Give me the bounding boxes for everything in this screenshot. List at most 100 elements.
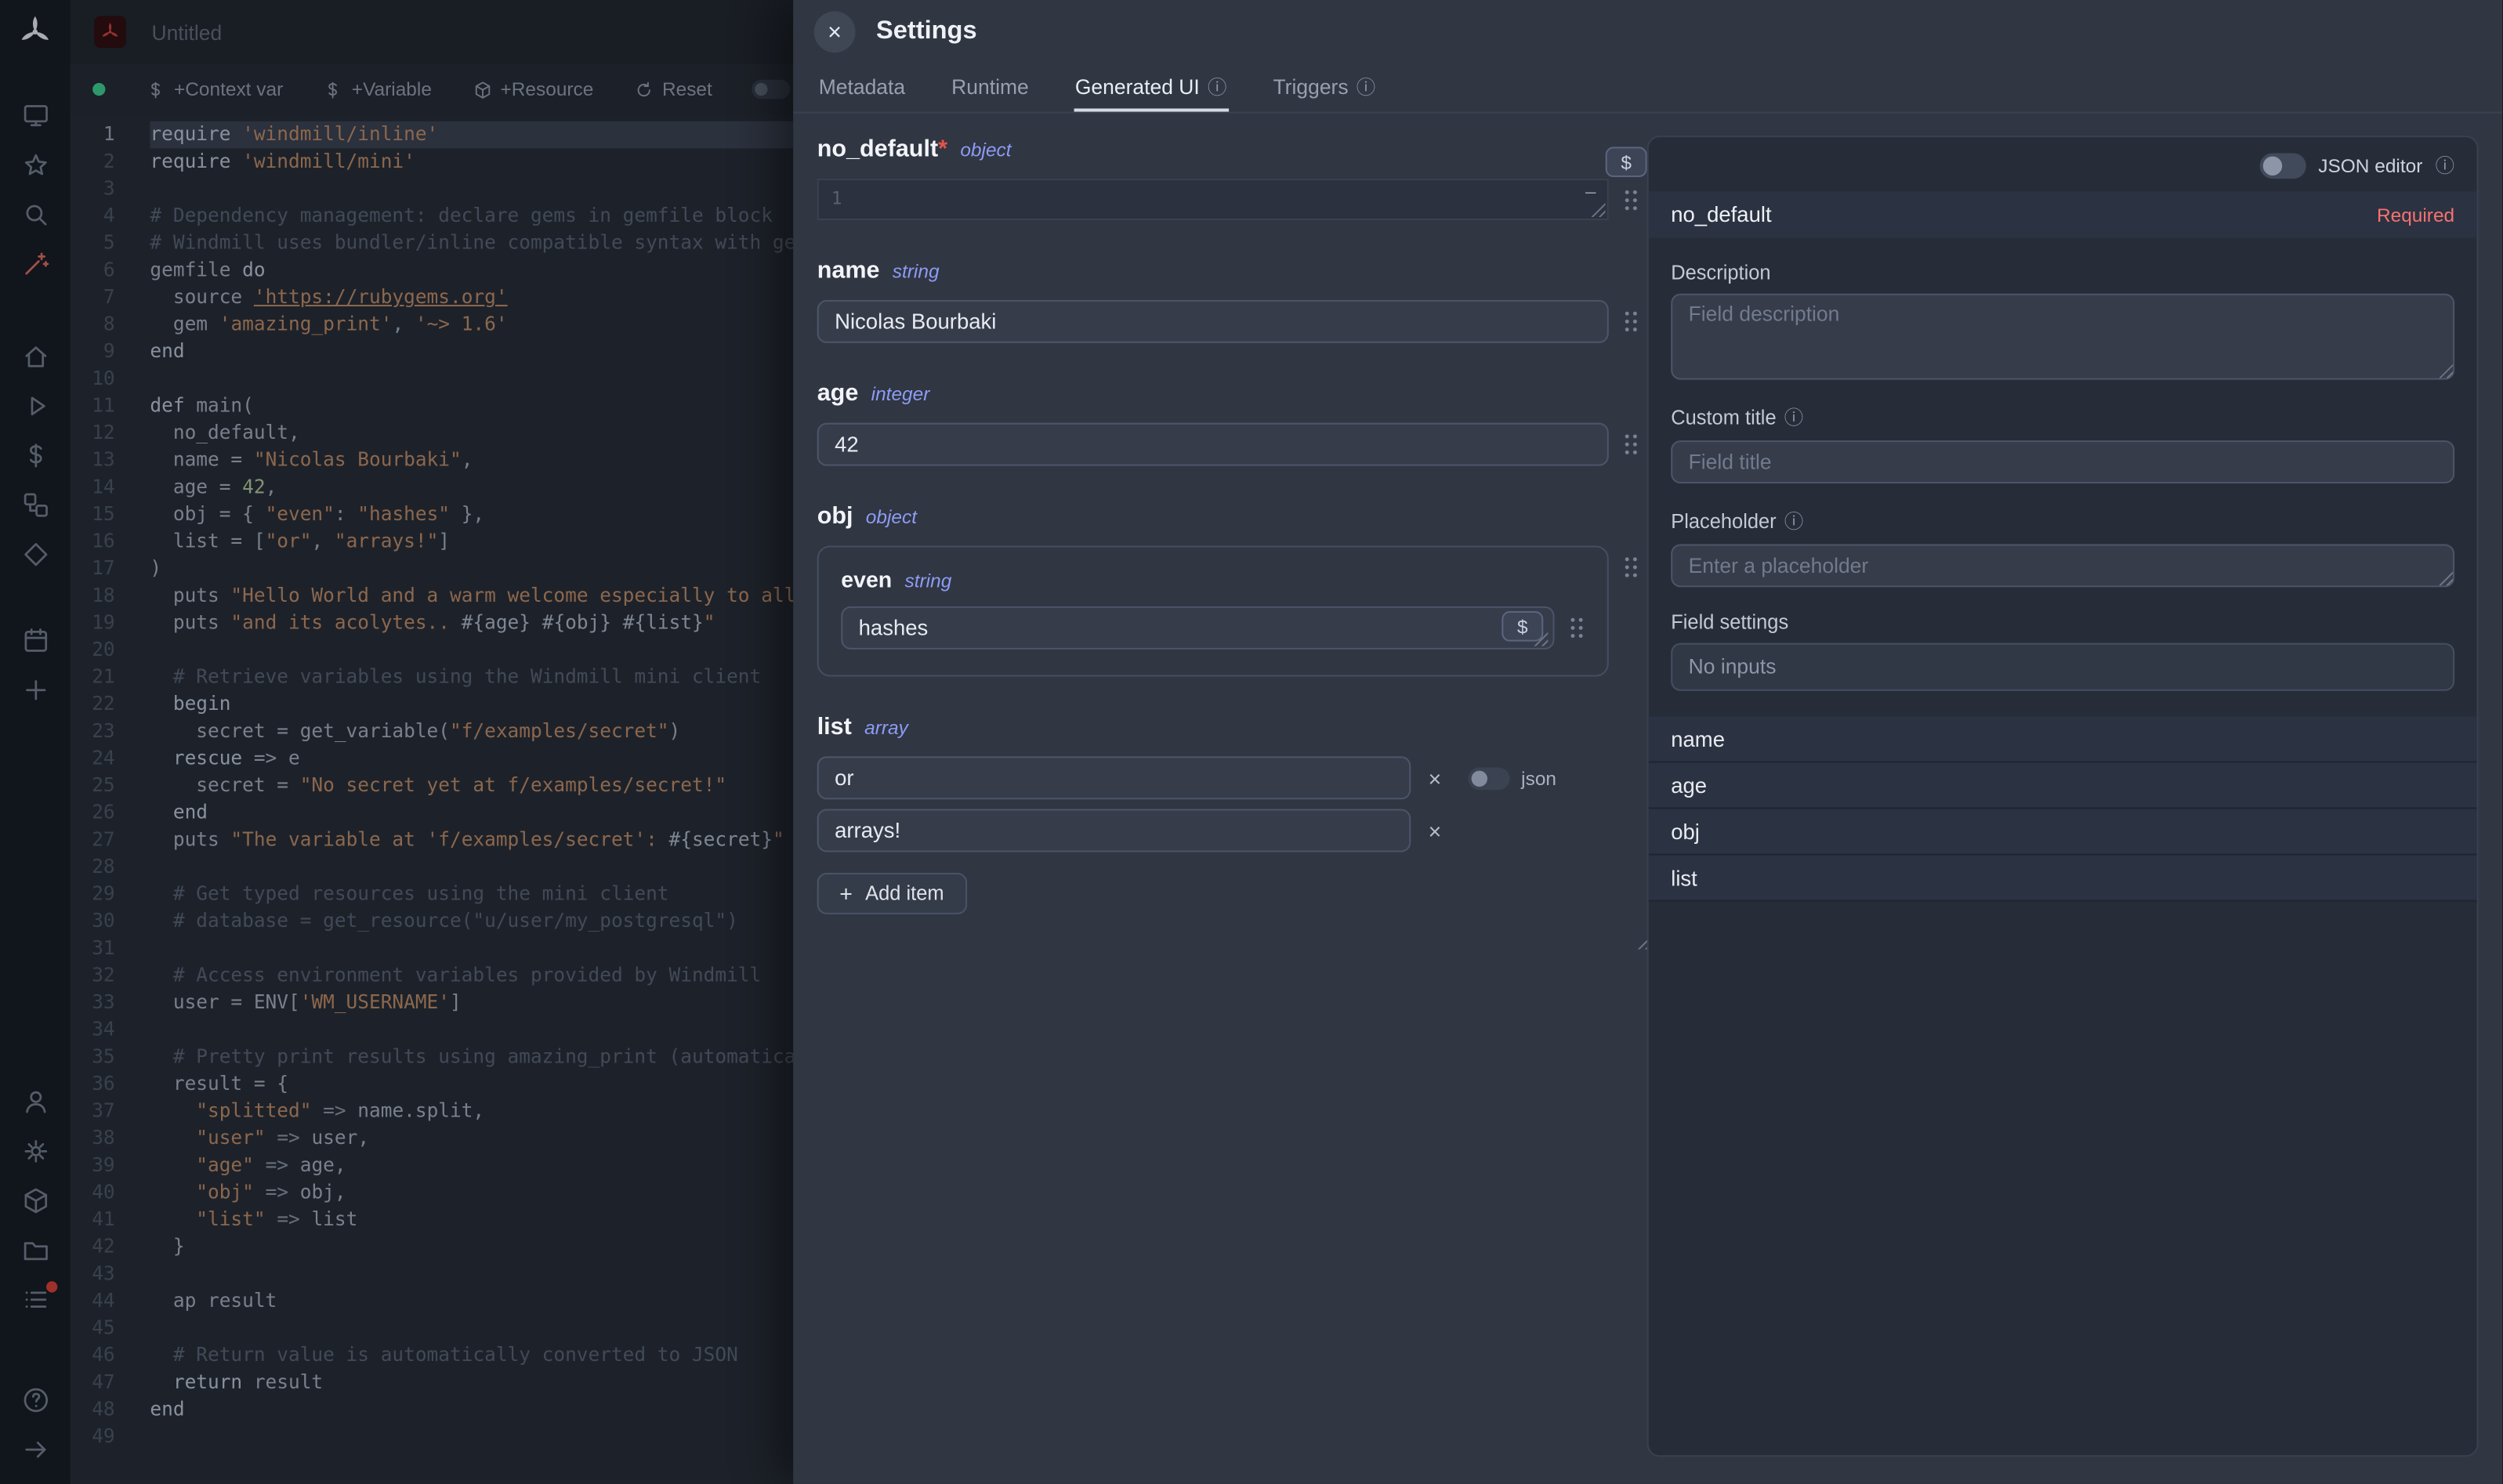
cube-icon[interactable] bbox=[16, 1183, 54, 1218]
json-editor-toggle[interactable] bbox=[2259, 152, 2306, 178]
custom-title-input[interactable] bbox=[1671, 440, 2454, 483]
arg-row-age[interactable]: age bbox=[1649, 762, 2477, 809]
search-icon[interactable] bbox=[16, 197, 54, 233]
list-item-input[interactable]: arrays! bbox=[817, 809, 1411, 852]
app-logo-icon bbox=[94, 16, 126, 48]
gear-icon[interactable] bbox=[16, 1134, 54, 1169]
close-icon[interactable]: × bbox=[814, 11, 856, 52]
diamond-icon[interactable] bbox=[16, 537, 54, 572]
editor-toolbar: +Context var+Variable+ResourceReset ± bbox=[71, 63, 794, 114]
info-icon[interactable]: ⓘ bbox=[1208, 73, 1226, 100]
context-var-button[interactable]: +Context var bbox=[145, 78, 283, 101]
code-line: 11def main( bbox=[71, 393, 794, 420]
arg-row-list[interactable]: list bbox=[1649, 856, 2477, 902]
code-line: 4# Dependency management: declare gems i… bbox=[71, 203, 794, 230]
calendar-icon[interactable] bbox=[16, 623, 54, 658]
info-icon[interactable]: ⓘ bbox=[2436, 151, 2454, 179]
star-icon[interactable] bbox=[16, 147, 54, 183]
code-line: 46 # Return value is automatically conve… bbox=[71, 1342, 794, 1370]
monitor-icon[interactable] bbox=[16, 98, 54, 133]
code-line: 18 puts "Hello World and a warm welcome … bbox=[71, 582, 794, 610]
field-settings-label: Field settings bbox=[1671, 611, 2454, 634]
info-icon[interactable]: ⓘ bbox=[1357, 73, 1375, 100]
field-name-label: age bbox=[817, 380, 859, 407]
name-input[interactable]: Nicolas Bourbaki bbox=[817, 300, 1609, 343]
code-line: 10 bbox=[71, 365, 794, 393]
description-textarea[interactable] bbox=[1671, 294, 2454, 380]
drag-handle-icon[interactable] bbox=[1623, 433, 1639, 457]
play-icon[interactable] bbox=[16, 389, 54, 424]
tab-metadata[interactable]: Metadata bbox=[817, 63, 907, 111]
arrow-right-icon[interactable] bbox=[16, 1432, 54, 1468]
code-line: 30 # database = get_resource("u/user/my_… bbox=[71, 908, 794, 936]
tab-triggers[interactable]: Triggersⓘ bbox=[1271, 63, 1377, 111]
drag-handle-icon[interactable] bbox=[1623, 309, 1639, 334]
plus-icon[interactable] bbox=[16, 672, 54, 708]
reset-button[interactable]: Reset bbox=[633, 78, 712, 101]
wand-icon[interactable] bbox=[16, 247, 54, 282]
placeholder-input[interactable] bbox=[1671, 544, 2454, 587]
toolbar-toggle[interactable] bbox=[752, 80, 791, 99]
code-editor[interactable]: 1require 'windmill/inline'2require 'wind… bbox=[71, 115, 794, 1484]
code-line: 24 rescue => e bbox=[71, 745, 794, 773]
modal-title: Settings bbox=[876, 17, 977, 46]
even-input[interactable]: hashes bbox=[841, 606, 1554, 650]
selected-arg-row[interactable]: no_default Required bbox=[1649, 191, 2477, 237]
remove-item-icon[interactable]: × bbox=[1429, 820, 1442, 842]
code-line: 16 list = ["or", "arrays!"] bbox=[71, 528, 794, 556]
dollar-icon[interactable] bbox=[16, 438, 54, 473]
age-input[interactable]: 42 bbox=[817, 423, 1609, 466]
code-line: 37 "splitted" => name.split, bbox=[71, 1098, 794, 1125]
resource-button[interactable]: +Resource bbox=[472, 78, 594, 101]
list-item: arrays! × bbox=[817, 809, 1654, 852]
arg-row-obj[interactable]: obj bbox=[1649, 809, 2477, 856]
code-line: 2require 'windmill/mini' bbox=[71, 148, 794, 176]
code-line: 36 result = { bbox=[71, 1070, 794, 1098]
code-line: 8 gem 'amazing_print', '~> 1.6' bbox=[71, 311, 794, 338]
drag-handle-icon[interactable] bbox=[1623, 188, 1639, 212]
code-line: 9end bbox=[71, 338, 794, 366]
titlebar: Untitled bbox=[71, 0, 794, 63]
field-type-label: object bbox=[866, 506, 917, 529]
code-line: 7 source 'https://rubygems.org' bbox=[71, 284, 794, 311]
folder-icon[interactable] bbox=[16, 1232, 54, 1268]
remove-item-icon[interactable]: × bbox=[1429, 767, 1442, 790]
code-line: 31 bbox=[71, 935, 794, 962]
drag-handle-icon[interactable] bbox=[1569, 616, 1585, 640]
script-title[interactable]: Untitled bbox=[151, 20, 222, 44]
add-item-button[interactable]: + Add item bbox=[817, 873, 966, 914]
code-line: 44 ap result bbox=[71, 1287, 794, 1315]
insert-variable-button[interactable]: $ bbox=[1501, 611, 1543, 642]
code-line: 47 return result bbox=[71, 1369, 794, 1396]
code-line: 32 # Access environment variables provid… bbox=[71, 962, 794, 990]
arg-row-name[interactable]: name bbox=[1649, 716, 2477, 762]
code-line: 28 bbox=[71, 854, 794, 881]
obj-nested-panel: even string hashes $ bbox=[817, 545, 1609, 676]
field-type-label: array bbox=[864, 716, 908, 739]
mini-editor-line-number: 1 bbox=[831, 188, 842, 208]
field-type-label: string bbox=[905, 570, 952, 592]
field-type-label: integer bbox=[871, 383, 930, 406]
help-icon[interactable] bbox=[16, 1383, 54, 1418]
drag-handle-icon[interactable] bbox=[1623, 556, 1639, 580]
tab-generated-ui[interactable]: Generated UIⓘ bbox=[1074, 63, 1229, 111]
collapse-icon[interactable]: — bbox=[1585, 182, 1596, 202]
user-icon[interactable] bbox=[16, 1084, 54, 1120]
hub-icon[interactable] bbox=[16, 487, 54, 523]
json-toggle[interactable] bbox=[1469, 767, 1510, 790]
insert-variable-button[interactable]: $ bbox=[1606, 147, 1647, 177]
info-icon[interactable]: ⓘ bbox=[1784, 508, 1803, 535]
code-line: 14 age = 42, bbox=[71, 474, 794, 501]
windmill-logo-icon[interactable] bbox=[16, 13, 54, 51]
field-name-label: list bbox=[817, 713, 852, 740]
list-icon[interactable] bbox=[16, 1282, 54, 1317]
list-item-input[interactable]: or bbox=[817, 756, 1411, 799]
info-icon[interactable]: ⓘ bbox=[1784, 404, 1803, 431]
home-icon[interactable] bbox=[16, 339, 54, 375]
resize-grip-icon[interactable] bbox=[1591, 203, 1605, 217]
argument-inspector: JSON editor ⓘ no_default Required Descri… bbox=[1647, 136, 2479, 1457]
variable-button[interactable]: +Variable bbox=[323, 78, 432, 101]
no-default-json-input[interactable]: 1 — bbox=[817, 179, 1609, 220]
tab-runtime[interactable]: Runtime bbox=[950, 63, 1031, 111]
field-obj: obj object even string hashes $ bbox=[817, 502, 1654, 676]
